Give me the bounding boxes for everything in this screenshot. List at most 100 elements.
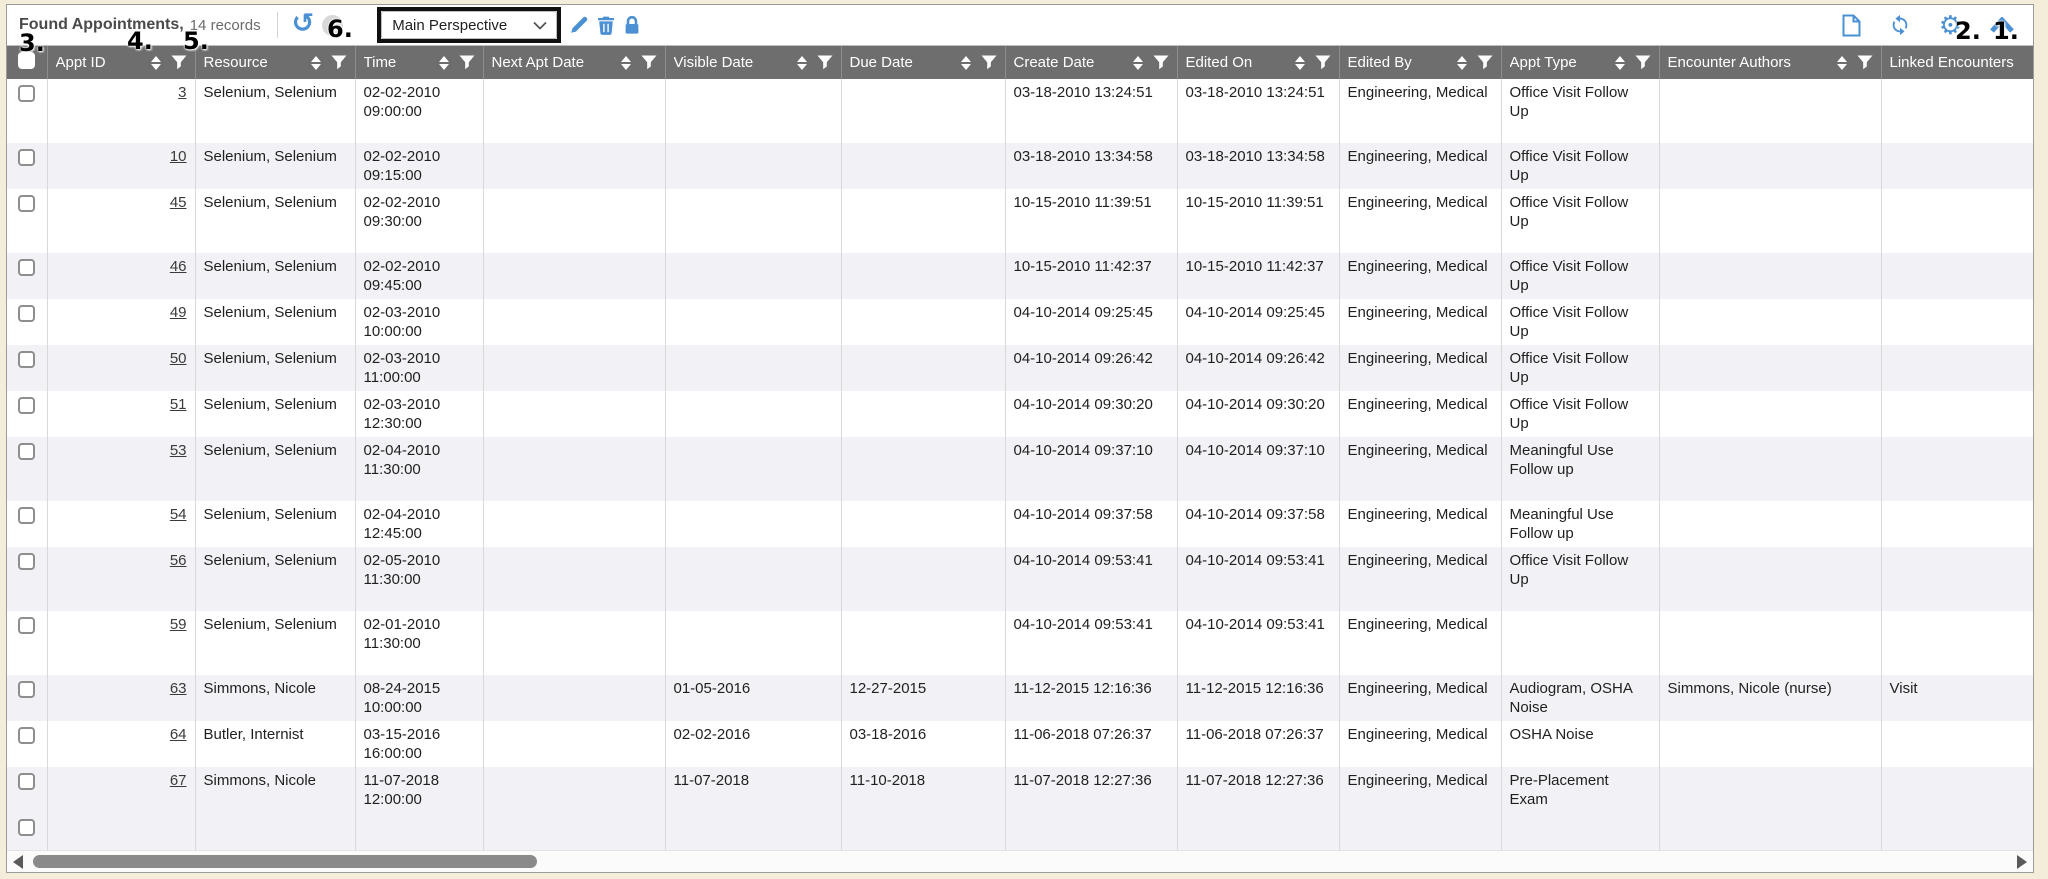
cell-create-date: 04-10-2014 09:26:42 xyxy=(1005,345,1177,391)
filter-icon[interactable] xyxy=(331,55,347,70)
row-checkbox[interactable] xyxy=(18,617,35,634)
sort-icon[interactable] xyxy=(795,54,809,72)
row-checkbox[interactable] xyxy=(18,443,35,460)
cell-visible-date xyxy=(665,547,841,611)
cell-visible-date xyxy=(665,391,841,437)
row-checkbox[interactable] xyxy=(18,259,35,276)
cell-next-apt-date xyxy=(483,143,665,189)
horizontal-scrollbar xyxy=(7,850,2033,872)
cell-time: 02-04-2010 12:45:00 xyxy=(355,501,483,547)
cell-linked-encounters: Visit xyxy=(1881,675,2033,721)
cell-encounter-authors xyxy=(1659,345,1881,391)
sort-icon[interactable] xyxy=(149,54,163,72)
new-document-icon[interactable] xyxy=(1842,14,1861,37)
filter-icon[interactable] xyxy=(1635,55,1651,70)
row-checkbox[interactable] xyxy=(18,351,35,368)
column-label: Next Apt Date xyxy=(492,54,585,71)
row-checkbox[interactable] xyxy=(18,397,35,414)
filter-icon[interactable] xyxy=(981,55,997,70)
scroll-left-arrow-icon[interactable] xyxy=(13,855,23,869)
appt-id-link[interactable]: 10 xyxy=(170,148,187,165)
cell-edited-on: 03-18-2010 13:34:58 xyxy=(1177,143,1339,189)
filter-icon[interactable] xyxy=(1153,55,1169,70)
table-row: 51Selenium, Selenium02-03-2010 12:30:000… xyxy=(7,391,2033,437)
edit-pencil-icon[interactable] xyxy=(569,15,589,35)
sort-icon[interactable] xyxy=(959,54,973,72)
appt-id-link[interactable]: 54 xyxy=(170,506,187,523)
appt-id-link[interactable]: 64 xyxy=(170,726,187,743)
column-label: Time xyxy=(364,54,397,71)
column-header-edited-by: Edited By xyxy=(1339,46,1501,79)
row-checkbox[interactable] xyxy=(18,507,35,524)
appt-id-link[interactable]: 50 xyxy=(170,350,187,367)
cell-resource: Selenium, Selenium xyxy=(195,547,355,611)
column-header-due-date: Due Date xyxy=(841,46,1005,79)
cell-linked-encounters xyxy=(1881,79,2033,143)
empty-cell xyxy=(1177,813,1339,850)
trash-icon[interactable] xyxy=(597,15,615,35)
cell-edited-on: 04-10-2014 09:37:58 xyxy=(1177,501,1339,547)
select-all-checkbox[interactable] xyxy=(18,52,35,69)
row-checkbox[interactable] xyxy=(18,681,35,698)
sort-icon[interactable] xyxy=(437,54,451,72)
row-checkbox[interactable] xyxy=(18,305,35,322)
perspective-select[interactable]: Main Perspective xyxy=(381,11,557,39)
scrollbar-thumb[interactable] xyxy=(33,855,537,868)
sort-icon[interactable] xyxy=(619,54,633,72)
gear-icon[interactable]: ⚙ xyxy=(1939,12,1962,38)
appt-id-link[interactable]: 63 xyxy=(170,680,187,697)
appt-id-link[interactable]: 51 xyxy=(170,396,187,413)
cell-edited-by: Engineering, Medical xyxy=(1339,675,1501,721)
back-icon[interactable]: ‹ xyxy=(322,15,343,36)
appt-id-link[interactable]: 46 xyxy=(170,258,187,275)
cell-edited-on: 04-10-2014 09:25:45 xyxy=(1177,299,1339,345)
undo-icon[interactable]: ↺ xyxy=(292,12,315,39)
row-checkbox[interactable] xyxy=(18,773,35,790)
filter-icon[interactable] xyxy=(817,55,833,70)
filter-icon[interactable] xyxy=(1477,55,1493,70)
cell-appt-type: Office Visit Follow Up xyxy=(1501,547,1659,611)
collapse-chevron-up-icon[interactable] xyxy=(1989,17,2015,34)
column-label: Edited By xyxy=(1348,54,1412,71)
column-header-create-date: Create Date xyxy=(1005,46,1177,79)
appt-id-link[interactable]: 59 xyxy=(170,616,187,633)
page-title: Found Appointments, xyxy=(19,16,184,34)
appt-id-link[interactable]: 45 xyxy=(170,194,187,211)
cell-visible-date xyxy=(665,437,841,501)
row-checkbox[interactable] xyxy=(18,819,35,836)
scroll-right-arrow-icon[interactable] xyxy=(2017,855,2027,869)
appt-id-link[interactable]: 49 xyxy=(170,304,187,321)
cell-next-apt-date xyxy=(483,721,665,767)
cell-edited-on: 11-06-2018 07:26:37 xyxy=(1177,721,1339,767)
filter-icon[interactable] xyxy=(1857,55,1873,70)
cell-appt-id: 3 xyxy=(47,79,195,143)
cell-resource: Selenium, Selenium xyxy=(195,79,355,143)
sort-icon[interactable] xyxy=(1131,54,1145,72)
row-checkbox[interactable] xyxy=(18,727,35,744)
table-row: 67Simmons, Nicole11-07-2018 12:00:0011-0… xyxy=(7,767,2033,813)
filter-icon[interactable] xyxy=(171,55,187,70)
row-checkbox[interactable] xyxy=(18,195,35,212)
refresh-icon[interactable] xyxy=(1888,14,1912,36)
row-checkbox[interactable] xyxy=(18,553,35,570)
appt-id-link[interactable]: 53 xyxy=(170,442,187,459)
appt-id-link[interactable]: 56 xyxy=(170,552,187,569)
lock-icon[interactable] xyxy=(623,15,641,35)
cell-next-apt-date xyxy=(483,547,665,611)
appt-id-link[interactable]: 3 xyxy=(178,84,186,101)
sort-icon[interactable] xyxy=(1613,54,1627,72)
cell-edited-by: Engineering, Medical xyxy=(1339,721,1501,767)
sort-icon[interactable] xyxy=(309,54,323,72)
cell-linked-encounters xyxy=(1881,345,2033,391)
column-header-resource: Resource xyxy=(195,46,355,79)
filter-icon[interactable] xyxy=(641,55,657,70)
filter-icon[interactable] xyxy=(1315,55,1331,70)
sort-icon[interactable] xyxy=(1293,54,1307,72)
sort-icon[interactable] xyxy=(1455,54,1469,72)
row-checkbox[interactable] xyxy=(18,149,35,166)
sort-icon[interactable] xyxy=(1835,54,1849,72)
filter-icon[interactable] xyxy=(459,55,475,70)
cell-create-date: 04-10-2014 09:25:45 xyxy=(1005,299,1177,345)
appt-id-link[interactable]: 67 xyxy=(170,772,187,789)
row-checkbox[interactable] xyxy=(18,85,35,102)
